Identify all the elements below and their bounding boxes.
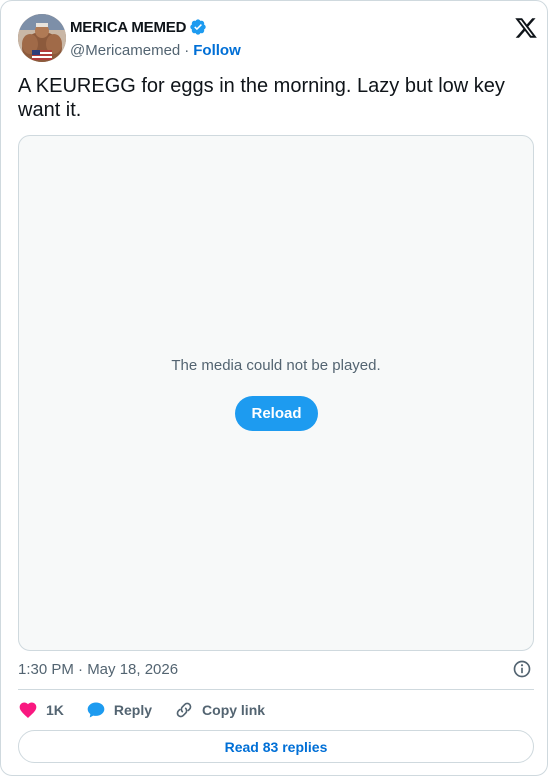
reply-button[interactable]: Reply (86, 700, 152, 720)
handle[interactable]: @Mericamemed (70, 42, 180, 59)
reply-label: Reply (113, 702, 153, 718)
read-replies-button[interactable]: Read 83 replies (18, 730, 534, 763)
separator-dot: · (184, 41, 190, 59)
verified-badge-icon (189, 18, 207, 36)
reload-button[interactable]: Reload (235, 396, 318, 431)
copy-link-label: Copy link (202, 702, 266, 718)
x-logo-icon[interactable] (514, 16, 538, 40)
tweet-header: MERICA MEMED @Mericamemed · Follow (18, 14, 538, 62)
link-icon (176, 702, 192, 718)
tweet-card: MERICA MEMED @Mericamemed · Follow A KEU… (0, 0, 548, 776)
reply-bubble-icon (87, 702, 105, 718)
tweet-text: A KEUREGG for eggs in the morning. Lazy … (18, 75, 505, 121)
handle-row: @Mericamemed · Follow (70, 40, 241, 60)
heart-icon (19, 702, 37, 718)
info-icon[interactable] (512, 659, 532, 679)
media-error-message: The media could not be played. (171, 357, 381, 374)
copy-link-button[interactable]: Copy link (174, 700, 265, 720)
timestamp[interactable]: 1:30 PM · May 18, 2026 (18, 661, 178, 678)
divider (18, 689, 534, 690)
display-name-row: MERICA MEMED (70, 17, 241, 37)
display-name[interactable]: MERICA MEMED (70, 19, 186, 36)
avatar[interactable] (18, 14, 66, 62)
like-count: 1K (46, 702, 64, 718)
author-names: MERICA MEMED @Mericamemed · Follow (70, 17, 241, 60)
follow-button[interactable]: Follow (193, 42, 241, 59)
media-container[interactable]: The media could not be played. Reload (18, 135, 534, 651)
like-button[interactable]: 1K (18, 700, 64, 720)
tweet-meta: 1:30 PM · May 18, 2026 (18, 659, 534, 679)
action-bar: 1K Reply Copy link (18, 698, 287, 722)
